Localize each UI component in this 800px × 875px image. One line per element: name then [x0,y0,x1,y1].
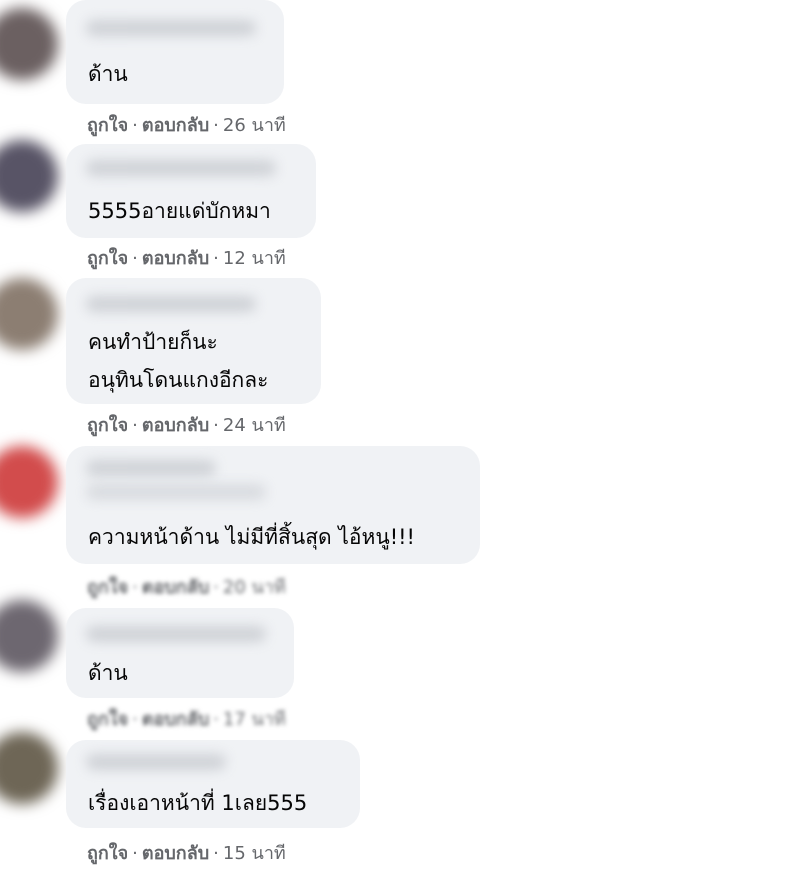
comment-text: 5555อายแด่บักหมา [88,199,271,223]
separator-dot: · [213,577,219,598]
separator-dot: · [213,248,219,269]
separator-dot: · [132,248,138,269]
blurred-author-name[interactable] [86,160,276,176]
comment-text: เรื่องเอาหน้าที่ 1เลย555 [88,791,308,815]
comment-text: คนทำป้ายก็นะ อนุทินโดนแกงอีกละ [88,330,269,392]
separator-dot: · [213,415,219,436]
separator-dot: · [132,115,138,136]
avatar[interactable] [0,278,58,350]
avatar[interactable] [0,600,58,672]
comment-timestamp[interactable]: 20 นาที [223,577,286,598]
like-button[interactable]: ถูกใจ [87,415,128,436]
comment-actions: ถูกใจ · ตอบกลับ · 26 นาที [87,110,286,139]
blurred-author-name[interactable] [86,460,216,476]
separator-dot: · [132,415,138,436]
comment-actions: ถูกใจ · ตอบกลับ · 15 นาที [87,838,286,867]
avatar[interactable] [0,140,58,212]
separator-dot: · [132,577,138,598]
comment-actions: ถูกใจ · ตอบกลับ · 17 นาที [87,704,286,733]
comment-bubble: 5555อายแด่บักหมา [66,144,316,238]
reply-button[interactable]: ตอบกลับ [142,709,209,730]
comment-text: ด้าน [88,661,128,685]
comment-actions: ถูกใจ · ตอบกลับ · 20 นาที [87,572,286,601]
comment-bubble: เรื่องเอาหน้าที่ 1เลย555 [66,740,360,828]
like-button[interactable]: ถูกใจ [87,248,128,269]
blurred-author-name[interactable] [86,754,226,770]
like-button[interactable]: ถูกใจ [87,115,128,136]
blurred-author-name[interactable] [86,626,266,642]
comment-timestamp[interactable]: 26 นาที [223,115,286,136]
blurred-author-name-extra [86,484,266,500]
like-button[interactable]: ถูกใจ [87,709,128,730]
comment-timestamp[interactable]: 24 นาที [223,415,286,436]
comment-text: ความหน้าด้าน ไม่มีที่สิ้นสุด ไอ้หนู!!! [88,525,415,549]
comment-bubble: ความหน้าด้าน ไม่มีที่สิ้นสุด ไอ้หนู!!! [66,446,480,564]
like-button[interactable]: ถูกใจ [87,577,128,598]
avatar[interactable] [0,8,58,80]
reply-button[interactable]: ตอบกลับ [142,577,209,598]
comment-bubble: ด้าน [66,608,294,698]
separator-dot: · [213,115,219,136]
separator-dot: · [132,709,138,730]
comment-timestamp[interactable]: 15 นาที [223,843,286,864]
like-button[interactable]: ถูกใจ [87,843,128,864]
blurred-author-name[interactable] [86,296,256,312]
reply-button[interactable]: ตอบกลับ [142,843,209,864]
comment-timestamp[interactable]: 12 นาที [223,248,286,269]
comment-actions: ถูกใจ · ตอบกลับ · 12 นาที [87,243,286,272]
separator-dot: · [213,709,219,730]
comment-bubble: คนทำป้ายก็นะ อนุทินโดนแกงอีกละ [66,278,321,404]
reply-button[interactable]: ตอบกลับ [142,248,209,269]
avatar[interactable] [0,446,58,518]
comment-timestamp[interactable]: 17 นาที [223,709,286,730]
separator-dot: · [132,843,138,864]
comment-bubble: ด้าน [66,0,284,104]
reply-button[interactable]: ตอบกลับ [142,415,209,436]
blurred-author-name[interactable] [86,20,256,36]
comment-actions: ถูกใจ · ตอบกลับ · 24 นาที [87,410,286,439]
avatar[interactable] [0,732,58,804]
separator-dot: · [213,843,219,864]
comment-text: ด้าน [88,62,128,86]
reply-button[interactable]: ตอบกลับ [142,115,209,136]
